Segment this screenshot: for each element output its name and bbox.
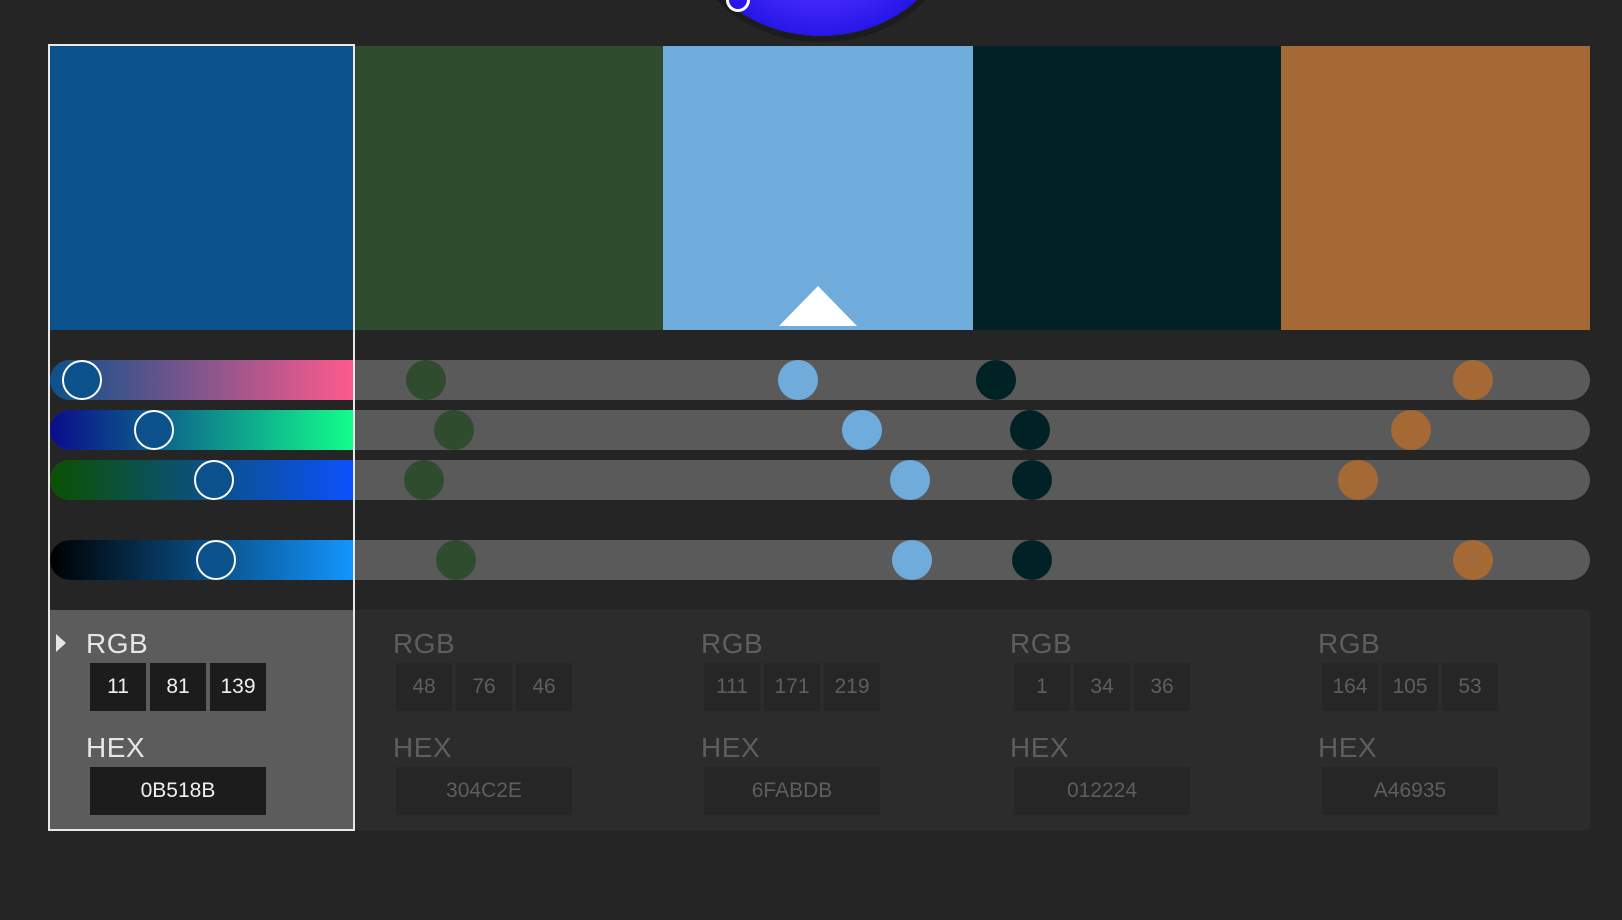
slider-1-handle-swatch-4[interactable] bbox=[976, 360, 1016, 400]
blue-input[interactable]: 219 bbox=[824, 663, 880, 711]
slider-1-handle-swatch-1[interactable] bbox=[62, 360, 102, 400]
base-color-triangle-icon bbox=[779, 286, 857, 326]
hex-input[interactable]: 304C2E bbox=[396, 767, 572, 815]
slider-2-handle-swatch-5[interactable] bbox=[1391, 410, 1431, 450]
swatch-4-values: RGB 1 34 36 HEX 012224 bbox=[973, 610, 1273, 830]
swatch-4[interactable] bbox=[973, 46, 1281, 330]
swatch-2-values: RGB 48 76 46 HEX 304C2E bbox=[355, 610, 655, 830]
rgb-label: RGB bbox=[1318, 628, 1381, 659]
rgb-label: RGB bbox=[1010, 628, 1073, 659]
blue-input[interactable]: 139 bbox=[210, 663, 266, 711]
hex-input[interactable]: A46935 bbox=[1322, 767, 1498, 815]
slider-2[interactable] bbox=[50, 410, 1590, 450]
green-input[interactable]: 76 bbox=[456, 663, 512, 711]
brightness-handle-swatch-2[interactable] bbox=[436, 540, 476, 580]
green-input[interactable]: 171 bbox=[764, 663, 820, 711]
green-input[interactable]: 105 bbox=[1382, 663, 1438, 711]
slider-1-handle-swatch-3[interactable] bbox=[778, 360, 818, 400]
hex-input[interactable]: 012224 bbox=[1014, 767, 1190, 815]
triangle-right-icon[interactable] bbox=[56, 634, 66, 652]
slider-3-handle-swatch-3[interactable] bbox=[890, 460, 930, 500]
slider-2-handle-swatch-1[interactable] bbox=[134, 410, 174, 450]
slider-2-handle-swatch-4[interactable] bbox=[1010, 410, 1050, 450]
blue-input[interactable]: 36 bbox=[1134, 663, 1190, 711]
red-input[interactable]: 11 bbox=[90, 663, 146, 711]
blue-input[interactable]: 53 bbox=[1442, 663, 1498, 711]
brightness-handle-swatch-5[interactable] bbox=[1453, 540, 1493, 580]
brightness-handle-swatch-4[interactable] bbox=[1012, 540, 1052, 580]
slider-2-handle-swatch-2[interactable] bbox=[434, 410, 474, 450]
hex-input[interactable]: 0B518B bbox=[90, 767, 266, 815]
rgb-label: RGB bbox=[393, 628, 456, 659]
slider-1-handle-swatch-5[interactable] bbox=[1453, 360, 1493, 400]
hex-label: HEX bbox=[86, 732, 146, 763]
green-input[interactable]: 34 bbox=[1074, 663, 1130, 711]
slider-3-handle-swatch-5[interactable] bbox=[1338, 460, 1378, 500]
swatch-5-values: RGB 164 105 53 HEX A46935 bbox=[1281, 610, 1581, 830]
red-input[interactable]: 164 bbox=[1322, 663, 1378, 711]
slider-3-handle-swatch-4[interactable] bbox=[1012, 460, 1052, 500]
brightness-handle-swatch-1[interactable] bbox=[196, 540, 236, 580]
slider-brightness[interactable] bbox=[50, 540, 1590, 580]
blue-input[interactable]: 46 bbox=[516, 663, 572, 711]
red-input[interactable]: 111 bbox=[704, 663, 760, 711]
swatch-5[interactable] bbox=[1281, 46, 1590, 330]
slider-2-gradient bbox=[50, 410, 355, 450]
red-input[interactable]: 48 bbox=[396, 663, 452, 711]
hex-label: HEX bbox=[1318, 732, 1378, 763]
red-input[interactable]: 1 bbox=[1014, 663, 1070, 711]
hex-input[interactable]: 6FABDB bbox=[704, 767, 880, 815]
swatch-1-values: RGB 11 81 139 HEX 0B518B bbox=[50, 610, 350, 830]
slider-1-handle-swatch-2[interactable] bbox=[406, 360, 446, 400]
green-input[interactable]: 81 bbox=[150, 663, 206, 711]
slider-2-handle-swatch-3[interactable] bbox=[842, 410, 882, 450]
slider-3-handle-swatch-1[interactable] bbox=[194, 460, 234, 500]
hex-label: HEX bbox=[1010, 732, 1070, 763]
brightness-handle-swatch-3[interactable] bbox=[892, 540, 932, 580]
rgb-label: RGB bbox=[86, 628, 149, 659]
slider-1[interactable] bbox=[50, 360, 1590, 400]
swatch-1[interactable] bbox=[50, 46, 355, 330]
hex-label: HEX bbox=[393, 732, 453, 763]
slider-3-handle-swatch-2[interactable] bbox=[404, 460, 444, 500]
swatch-2[interactable] bbox=[355, 46, 663, 330]
hex-label: HEX bbox=[701, 732, 761, 763]
rgb-label: RGB bbox=[701, 628, 764, 659]
swatch-3-values: RGB 111 171 219 HEX 6FABDB bbox=[663, 610, 963, 830]
